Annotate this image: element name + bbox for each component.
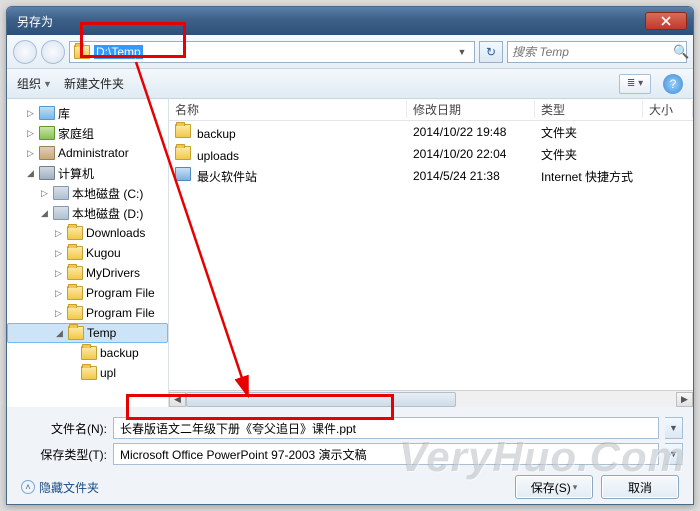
tree-library[interactable]: ▷库 [7,103,168,123]
column-headers[interactable]: 名称 修改日期 类型 大小 [169,99,693,121]
tree-user[interactable]: ▷Administrator [7,143,168,163]
col-type[interactable]: 类型 [535,101,643,118]
filename-dropdown[interactable]: ▼ [665,417,683,439]
close-button[interactable] [645,12,687,30]
chevron-up-icon: ˄ [21,480,35,494]
organize-menu[interactable]: 组织▼ [17,75,52,92]
filename-input-wrap [113,417,659,439]
filetype-label: 保存类型(T): [17,446,107,463]
col-date[interactable]: 修改日期 [407,101,535,118]
toolbar: 组织▼ 新建文件夹 ≣ ▾ ? [7,69,693,99]
help-button[interactable]: ? [663,74,683,94]
tree-kugou[interactable]: ▷Kugou [7,243,168,263]
body-area: ▷库 ▷家庭组 ▷Administrator ◢计算机 ▷本地磁盘 (C:) ◢… [7,99,693,407]
search-box[interactable]: 🔍 [507,41,687,63]
tree-temp[interactable]: ◢Temp [7,323,168,343]
titlebar: 另存为 [7,7,693,35]
tree-programfiles2[interactable]: ▷Program File [7,303,168,323]
folder-icon [74,45,90,59]
hide-folders-link[interactable]: ˄ 隐藏文件夹 [21,479,99,496]
close-icon [661,16,671,26]
file-row[interactable]: backup2014/10/22 19:48文件夹 [169,121,693,143]
col-name[interactable]: 名称 [169,101,407,118]
back-button[interactable] [13,40,37,64]
address-bar[interactable]: D:\Temp ▼ [69,41,475,63]
scroll-left-button[interactable]: ◀ [169,392,186,407]
filetype-dropdown[interactable]: ▼ [665,443,683,465]
file-row[interactable]: uploads2014/10/20 22:04文件夹 [169,143,693,165]
search-input[interactable] [512,45,669,59]
file-list: 名称 修改日期 类型 大小 backup2014/10/22 19:48文件夹u… [169,99,693,407]
filetype-select[interactable]: Microsoft Office PowerPoint 97-2003 演示文稿 [113,443,659,465]
scroll-right-button[interactable]: ▶ [676,392,693,407]
tree-drive-c[interactable]: ▷本地磁盘 (C:) [7,183,168,203]
tree-drive-d[interactable]: ◢本地磁盘 (D:) [7,203,168,223]
col-size[interactable]: 大小 [643,101,693,118]
cancel-button[interactable]: 取消 [601,475,679,499]
tree-backup[interactable]: backup [7,343,168,363]
horizontal-scrollbar[interactable]: ◀ ▶ [169,390,693,407]
view-button[interactable]: ≣ ▾ [619,74,651,94]
bottom-panel: 文件名(N): ▼ 保存类型(T): Microsoft Office Powe… [7,407,693,505]
save-button[interactable]: 保存(S)▾ [515,475,593,499]
tree-computer[interactable]: ◢计算机 [7,163,168,183]
tree-homegroup[interactable]: ▷家庭组 [7,123,168,143]
refresh-button[interactable]: ↻ [479,41,503,63]
scroll-thumb[interactable] [186,392,456,407]
search-icon: 🔍 [673,44,689,60]
nav-bar: D:\Temp ▼ ↻ 🔍 [7,35,693,69]
forward-button[interactable] [41,40,65,64]
window-title: 另存为 [13,13,645,30]
tree-mydrivers[interactable]: ▷MyDrivers [7,263,168,283]
save-as-dialog: 另存为 D:\Temp ▼ ↻ 🔍 组织▼ 新建文件夹 ≣ ▾ ? ▷库 ▷ [6,6,694,505]
file-row[interactable]: 最火软件站2014/5/24 21:38Internet 快捷方式 [169,165,693,187]
tree-programfiles[interactable]: ▷Program File [7,283,168,303]
chevron-down-icon[interactable]: ▼ [454,47,470,57]
path-text: D:\Temp [94,45,143,59]
new-folder-button[interactable]: 新建文件夹 [64,75,124,92]
tree-uploads[interactable]: upl [7,363,168,383]
filename-label: 文件名(N): [17,420,107,437]
filename-input[interactable] [120,421,652,435]
tree-downloads[interactable]: ▷Downloads [7,223,168,243]
folder-tree[interactable]: ▷库 ▷家庭组 ▷Administrator ◢计算机 ▷本地磁盘 (C:) ◢… [7,99,169,407]
refresh-icon: ↻ [486,45,496,59]
